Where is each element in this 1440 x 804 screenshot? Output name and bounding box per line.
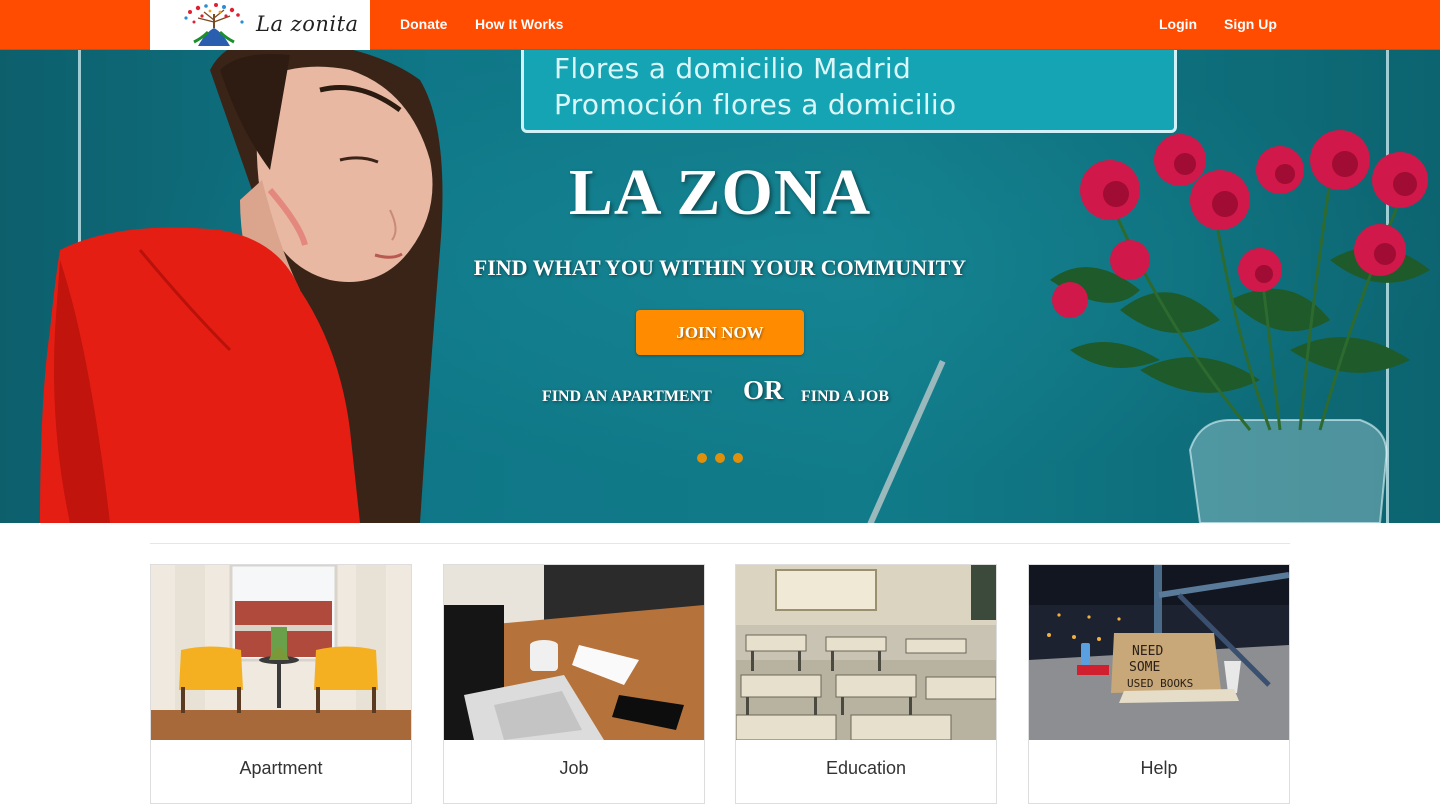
hero-carousel: Flores a domicilio Madrid Promoción flor… (0, 50, 1440, 523)
laptop-desk-photo (444, 565, 704, 740)
category-label: Help (1140, 758, 1178, 778)
join-now-button[interactable]: JOIN NOW (636, 310, 804, 355)
svg-text:SOME: SOME (1129, 660, 1160, 675)
svg-text:USED BOOKS: USED BOOKS (1127, 677, 1193, 690)
category-label: Job (559, 758, 589, 778)
classroom-photo (736, 565, 996, 740)
category-label: Education (825, 758, 907, 778)
find-job-link[interactable]: FIND A JOB (801, 388, 889, 406)
hero-title: LA ZONA (568, 156, 872, 229)
apartment-photo (151, 565, 411, 740)
carousel-indicator[interactable] (697, 453, 707, 463)
category-label: Apartment (239, 758, 323, 778)
help-sign-photo: NEED SOME USED BOOKS (1029, 565, 1289, 740)
nav-link-login[interactable]: Login (1159, 16, 1197, 32)
top-navbar: La zonita Donate How It Works Login Sign… (0, 0, 1440, 50)
carousel-indicator[interactable] (733, 453, 743, 463)
nav-link-how-it-works[interactable]: How It Works (475, 16, 563, 32)
category-card-help[interactable]: NEED SOME USED BOOKS Help (1028, 564, 1290, 804)
nav-link-donate[interactable]: Donate (400, 16, 447, 32)
woman-photo (40, 50, 443, 523)
section-divider (150, 543, 1290, 544)
category-card-job[interactable]: Job (443, 564, 705, 804)
svg-text:NEED: NEED (1132, 644, 1163, 659)
hero-subtitle: FIND WHAT YOU WITHIN YOUR COMMUNITY (473, 255, 967, 280)
carousel-indicator[interactable] (715, 453, 725, 463)
sign-text-line: Flores a domicilio Madrid (554, 52, 912, 85)
nav-link-signup[interactable]: Sign Up (1224, 16, 1277, 32)
category-card-apartment[interactable]: Apartment (150, 564, 412, 804)
site-logo[interactable]: La zonita (150, 0, 370, 50)
logo-text: La zonita (256, 12, 359, 36)
category-card-education[interactable]: Education (735, 564, 997, 804)
find-apartment-link[interactable]: FIND AN APARTMENT (542, 388, 712, 406)
sign-text-line: Promoción flores a domicilio (554, 88, 957, 121)
tree-hands-logo-icon (184, 3, 244, 46)
or-separator: OR (743, 375, 784, 405)
